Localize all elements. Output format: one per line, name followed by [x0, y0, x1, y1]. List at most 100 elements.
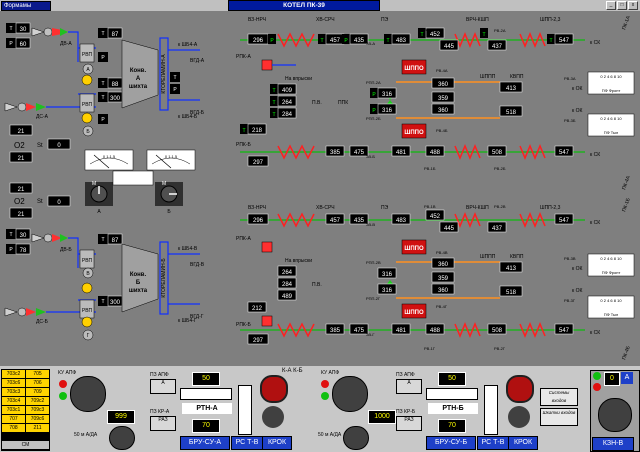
bru-label-a: БРУ-СУ-А — [180, 436, 230, 450]
svg-text:Конв.: Конв. — [130, 272, 147, 278]
pz-button-b[interactable]: РАЗ — [396, 416, 422, 431]
svg-text:21: 21 — [18, 156, 25, 162]
svg-text:457: 457 — [330, 218, 341, 224]
alarm-item: 709с6 — [26, 415, 49, 423]
svg-text:РВ-1А: РВ-1А — [424, 28, 436, 33]
krok-switch-b[interactable] — [508, 406, 530, 428]
krok-button-b[interactable] — [506, 375, 534, 403]
svg-text:481: 481 — [396, 328, 407, 334]
m1-switch-b[interactable] — [343, 426, 369, 450]
kzn-setpoint[interactable]: 0 — [604, 372, 620, 386]
indicator-red-b — [321, 380, 329, 388]
svg-text:ШППО: ШППО — [404, 130, 424, 136]
rtn-controls-b[interactable] — [426, 388, 478, 400]
svg-text:518: 518 — [506, 290, 517, 296]
svg-text:ЗВ-А: ЗВ-А — [366, 41, 375, 46]
svg-text:П.В.: П.В. — [312, 100, 322, 106]
kzn-mode[interactable]: А — [621, 372, 633, 384]
svg-text:ВРЧ-КШП: ВРЧ-КШП — [466, 17, 489, 23]
svg-text:РПК-А: РПК-А — [236, 236, 252, 242]
svg-text:КВПП: КВПП — [510, 74, 524, 80]
svg-text:ВРЧ-КШП: ВРЧ-КШП — [466, 205, 489, 211]
rs-gauge-b — [484, 385, 498, 435]
svg-text:ПФ Тыл: ПФ Тыл — [604, 130, 619, 135]
svg-text:ВГД-В: ВГД-В — [190, 262, 205, 268]
pz-button-a[interactable]: РАЗ — [150, 416, 176, 431]
svg-text:385: 385 — [330, 150, 341, 156]
svg-text:Конв.: Конв. — [130, 68, 147, 74]
svg-text:РВ-3Г: РВ-3Г — [564, 298, 576, 303]
krok-button-a[interactable] — [260, 375, 288, 403]
svg-text:ППК: ППК — [338, 100, 348, 106]
setpoint-rtn-b[interactable]: 50 — [438, 372, 466, 386]
setpoint-rtn-a[interactable]: 50 — [192, 372, 220, 386]
svg-text:21: 21 — [18, 212, 25, 218]
svg-text:360: 360 — [438, 262, 449, 268]
alarm-item: 211 — [26, 424, 49, 432]
kuapf-label-a: КУ АПФ — [58, 370, 77, 376]
svg-text:А: А — [136, 76, 141, 82]
svg-text:T: T — [272, 112, 275, 118]
svg-text:РВП: РВП — [82, 308, 93, 314]
kzn-switch[interactable] — [598, 398, 632, 432]
krok-switch-a[interactable] — [262, 406, 284, 428]
svg-text:ДС-А: ДС-А — [36, 114, 49, 120]
alarm-item: 706 — [26, 379, 49, 387]
svg-text:452: 452 — [430, 214, 441, 220]
apf-button-b[interactable]: А — [396, 379, 422, 394]
svg-text:O2: O2 — [14, 141, 25, 150]
alarm-ack-button[interactable]: СМ — [2, 441, 49, 449]
apf-label-a: ПЗ АПФ — [150, 372, 169, 378]
alarm-item: 705 — [26, 370, 49, 378]
svg-text:87: 87 — [112, 238, 119, 244]
m1-label-a: 50 м А/ДА — [74, 432, 98, 438]
svg-text:РВ-4Б: РВ-4Б — [436, 128, 448, 133]
svg-text:T: T — [101, 237, 104, 243]
svg-text:385: 385 — [330, 328, 341, 334]
svg-text:к ОК: к ОК — [572, 288, 582, 294]
shkatki-inputs-button[interactable]: Шкатки входов — [540, 408, 578, 426]
setpoint-bru-b[interactable]: 70 — [438, 419, 466, 433]
indicator-green-a — [59, 392, 67, 400]
kuapf-switch-b[interactable] — [332, 376, 368, 412]
svg-text:ВГД-А: ВГД-А — [190, 58, 205, 64]
setpoint-bru-a[interactable]: 70 — [192, 419, 220, 433]
indicator-red-a — [59, 380, 67, 388]
svg-text:60: 60 — [20, 42, 27, 48]
svg-text:300: 300 — [110, 300, 121, 306]
svg-text:РВ-1Г: РВ-1Г — [424, 346, 436, 351]
svg-text:шихта: шихта — [129, 84, 148, 90]
svg-text:297: 297 — [253, 160, 264, 166]
m1-switch-a[interactable] — [109, 426, 135, 450]
systems-inputs-button[interactable]: Системы входов — [540, 388, 578, 406]
svg-text:518: 518 — [506, 110, 517, 116]
svg-text:T: T — [320, 38, 323, 44]
svg-text:РВ-2Б: РВ-2Б — [494, 166, 506, 171]
alarm-item: 709с3 — [26, 406, 49, 414]
svg-text:ВЗ-НРЧ: ВЗ-НРЧ — [248, 17, 266, 23]
svg-text:360: 360 — [438, 82, 449, 88]
bru-label-b: БРУ-СУ-Б — [426, 436, 476, 450]
svg-text:РВ-2Г: РВ-2Г — [494, 346, 506, 351]
svg-text:297: 297 — [253, 338, 264, 344]
boiler-scheme: T 30 P 60 ДВ-А ДС-А РВП РВП А Б T 87 T 3… — [0, 11, 640, 366]
svg-text:508: 508 — [492, 150, 503, 156]
alarm-item: 703с1 — [2, 406, 25, 414]
kuapf-switch-a[interactable] — [70, 376, 106, 412]
rtn-controls-a[interactable] — [180, 388, 232, 400]
svg-text:РВ-4А: РВ-4А — [436, 68, 448, 73]
svg-text:435: 435 — [354, 38, 365, 44]
apf-button-a[interactable]: А — [150, 379, 176, 394]
setpoint-a-1[interactable]: 999 — [107, 410, 135, 424]
svg-text:475: 475 — [354, 328, 365, 334]
svg-text:ХВ-СРЧ: ХВ-СРЧ — [316, 17, 335, 23]
svg-text:T: T — [9, 232, 12, 238]
svg-text:РВ-4Г: РВ-4Г — [436, 304, 448, 309]
svg-text:St: St — [37, 199, 43, 205]
svg-text:РВП: РВП — [82, 52, 93, 58]
indicator-green-b — [321, 392, 329, 400]
m1-label-b: 50 м А/ДА — [318, 432, 342, 438]
svg-text:к СК: к СК — [590, 40, 600, 46]
svg-text:T: T — [272, 100, 275, 106]
setpoint-b-1[interactable]: 1000 — [368, 410, 396, 424]
